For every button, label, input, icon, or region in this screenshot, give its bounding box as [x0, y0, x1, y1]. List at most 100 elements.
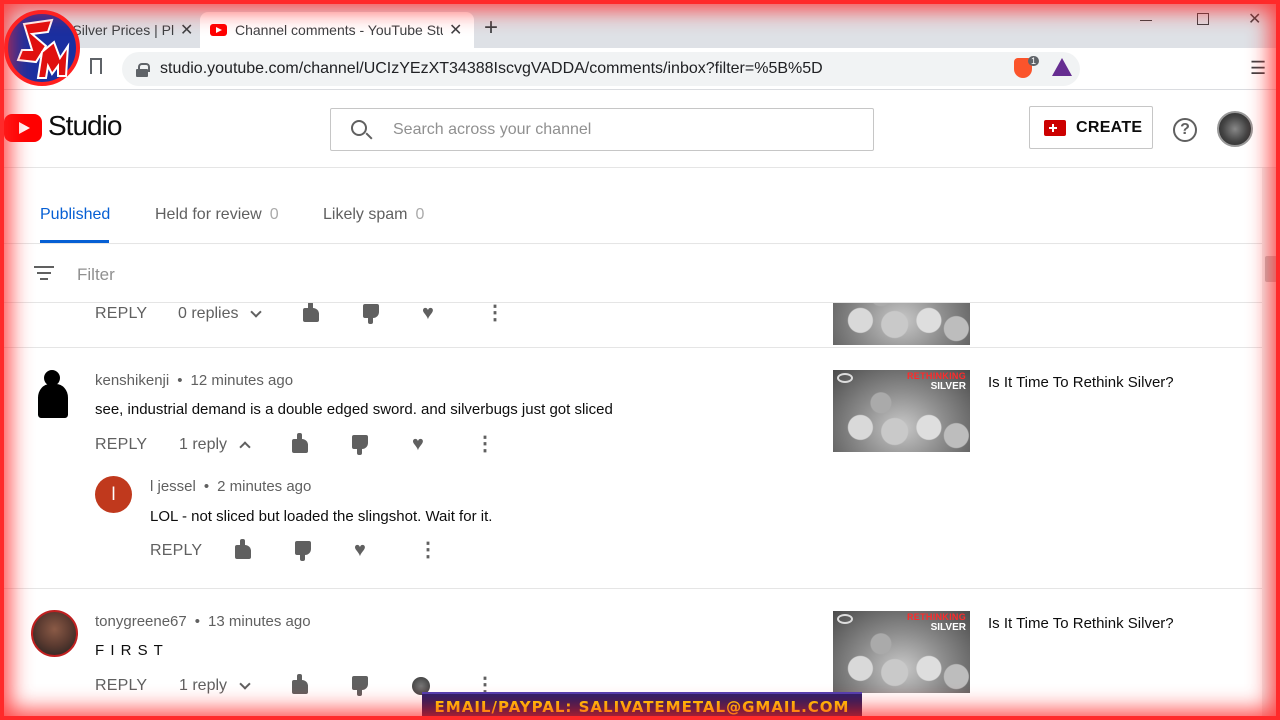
- reply-actions: REPLY ♥ ⋮: [150, 539, 450, 563]
- tab-count: 0: [415, 206, 425, 223]
- maximize-icon[interactable]: [1197, 13, 1209, 25]
- comment-time[interactable]: 12 minutes ago: [190, 372, 293, 389]
- studio-wordmark[interactable]: Studio: [48, 110, 122, 142]
- tab-label: Published: [40, 206, 111, 223]
- comment-divider: [4, 347, 1262, 348]
- filter-placeholder[interactable]: Filter: [77, 265, 115, 285]
- brave-rewards-icon[interactable]: [1052, 58, 1072, 76]
- like-icon[interactable]: [292, 433, 308, 453]
- like-icon[interactable]: [235, 539, 251, 559]
- reply-meta: l jessel • 2 minutes ago: [150, 478, 311, 495]
- page-scrollbar[interactable]: [1262, 168, 1280, 720]
- email-banner: EMAIL/PAYPAL: SALIVATEMETAL@GMAIL.COM: [422, 692, 862, 720]
- comment-list: REPLY 0 replies ♥ ⋮ kenshikenji • 12 minut…: [0, 303, 1262, 720]
- tab-label: Held for review: [155, 206, 262, 223]
- filter-icon[interactable]: [34, 266, 54, 280]
- thumbnail-tag: SILVER: [930, 622, 966, 633]
- reply-author[interactable]: l jessel: [150, 478, 196, 495]
- browser-menu-icon[interactable]: ☰: [1250, 58, 1266, 79]
- more-options-icon[interactable]: ⋮: [485, 303, 505, 325]
- replies-toggle[interactable]: 1 reply: [179, 677, 251, 695]
- comment-text: see, industrial demand is a double edged…: [95, 401, 613, 418]
- heart-icon[interactable]: ♥: [412, 432, 424, 456]
- dislike-icon[interactable]: [295, 541, 311, 561]
- tab-likely-spam[interactable]: Likely spam 0: [323, 206, 424, 224]
- eye-icon: [837, 373, 853, 383]
- heart-icon[interactable]: ♥: [354, 538, 366, 562]
- dislike-icon[interactable]: [363, 304, 379, 324]
- bookmark-icon[interactable]: [90, 58, 102, 74]
- brave-shields-count: 1: [1028, 56, 1040, 66]
- meta-separator: •: [203, 478, 210, 495]
- close-tab-icon[interactable]: ✕: [180, 20, 193, 40]
- reply-button[interactable]: REPLY: [95, 677, 147, 695]
- banner-text: EMAIL/PAYPAL: SALIVATEMETAL@GMAIL.COM: [434, 698, 850, 716]
- thumbnail-tag: RETHINKING: [907, 371, 966, 381]
- reply-button[interactable]: REPLY: [95, 436, 147, 454]
- browser-tab-channel-comments[interactable]: Channel comments - YouTube Stu ✕: [200, 12, 474, 48]
- dislike-icon[interactable]: [352, 435, 368, 455]
- comment-time[interactable]: 13 minutes ago: [208, 613, 311, 630]
- replies-toggle[interactable]: 1 reply: [179, 436, 251, 454]
- channel-logo-overlay: [4, 10, 80, 86]
- reply-button[interactable]: REPLY: [95, 305, 147, 323]
- chevron-up-icon: [239, 441, 251, 453]
- search-icon[interactable]: [351, 120, 367, 136]
- tab-label: Likely spam: [323, 206, 408, 223]
- create-button-label: CREATE: [1076, 118, 1143, 136]
- comment-actions: REPLY 0 replies ♥ ⋮: [95, 303, 515, 326]
- minimize-icon[interactable]: [1140, 20, 1152, 21]
- scrollbar-thumb[interactable]: [1265, 256, 1277, 282]
- replies-toggle[interactable]: 0 replies: [178, 305, 263, 323]
- comment-text: F I R S T: [95, 642, 164, 659]
- chevron-down-icon: [250, 305, 263, 318]
- search-input[interactable]: [393, 119, 853, 141]
- dislike-icon[interactable]: [352, 676, 368, 696]
- youtube-favicon-icon: [210, 24, 227, 36]
- tab-title: Channel comments - YouTube Stu: [235, 22, 443, 38]
- replies-count: 0 replies: [178, 305, 239, 322]
- create-video-icon: [1044, 119, 1066, 136]
- more-options-icon[interactable]: ⋮: [418, 538, 438, 562]
- create-button[interactable]: CREATE: [1029, 106, 1153, 149]
- lock-icon[interactable]: [136, 62, 150, 77]
- close-window-icon[interactable]: ✕: [1248, 9, 1261, 29]
- active-tab-indicator: [40, 240, 109, 243]
- channel-search-box[interactable]: [330, 108, 874, 151]
- reply-text: LOL - not sliced but loaded the slingsho…: [150, 508, 493, 525]
- thumbnail-tag: RETHINKING: [907, 612, 966, 622]
- commenter-avatar[interactable]: [31, 610, 78, 657]
- tab-held-for-review[interactable]: Held for review 0: [155, 206, 279, 224]
- tab-published[interactable]: Published: [40, 206, 110, 224]
- filter-bar[interactable]: Filter: [0, 245, 1262, 303]
- reply-avatar[interactable]: l: [95, 476, 132, 513]
- replies-count: 1 reply: [179, 677, 228, 694]
- more-options-icon[interactable]: ⋮: [475, 432, 495, 456]
- comment-author[interactable]: tonygreene67: [95, 613, 187, 630]
- video-thumbnail[interactable]: RETHINKING SILVER: [833, 611, 970, 693]
- youtube-logo-icon[interactable]: [4, 114, 42, 142]
- browser-toolbar: studio.youtube.com/channel/UCIzYEzXT3438…: [0, 48, 1280, 90]
- like-icon[interactable]: [292, 674, 308, 694]
- comment-tabs: Published Held for review 0 Likely spam 0: [0, 168, 1262, 244]
- close-tab-icon[interactable]: ✕: [449, 20, 462, 40]
- comment-actions: REPLY 1 reply ♥ ⋮: [95, 433, 495, 457]
- tab-count: 0: [269, 206, 279, 223]
- video-title-link[interactable]: Is It Time To Rethink Silver?: [988, 615, 1174, 632]
- meta-separator: •: [177, 372, 183, 389]
- account-avatar[interactable]: [1217, 111, 1253, 147]
- comment-author[interactable]: kenshikenji: [95, 372, 169, 389]
- video-title-link[interactable]: Is It Time To Rethink Silver?: [988, 374, 1174, 391]
- heart-icon[interactable]: ♥: [422, 303, 434, 325]
- reply-button[interactable]: REPLY: [150, 542, 202, 560]
- replies-count: 1 reply: [179, 436, 228, 453]
- help-icon[interactable]: ?: [1173, 118, 1197, 142]
- video-thumbnail[interactable]: RETHINKING SILVER: [833, 370, 970, 452]
- address-bar[interactable]: studio.youtube.com/channel/UCIzYEzXT3438…: [122, 52, 1080, 86]
- reply-time[interactable]: 2 minutes ago: [217, 478, 311, 495]
- video-thumbnail[interactable]: [833, 303, 970, 345]
- new-tab-button[interactable]: +: [484, 14, 498, 42]
- like-icon[interactable]: [303, 303, 319, 322]
- commenter-avatar[interactable]: [36, 370, 70, 418]
- url-text[interactable]: studio.youtube.com/channel/UCIzYEzXT3438…: [160, 60, 823, 78]
